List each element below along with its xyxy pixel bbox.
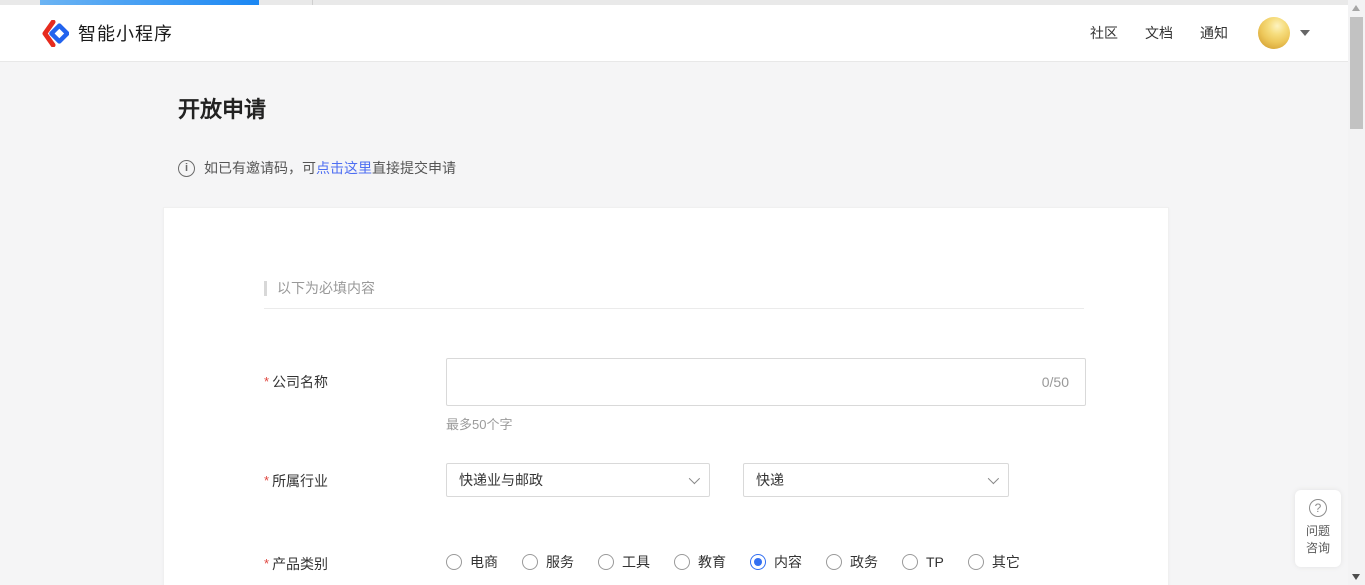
char-counter: 0/50: [1042, 374, 1085, 390]
help-line-2: 咨询: [1306, 540, 1330, 557]
industry-label-text: 所属行业: [272, 473, 328, 489]
radio-icon: [522, 554, 538, 570]
header-right: 社区 文档 通知: [1063, 17, 1310, 49]
browser-top-strip: [0, 0, 1365, 5]
radio-option-content[interactable]: 内容: [750, 552, 802, 572]
required-marker: *: [264, 556, 269, 571]
brand-logo-icon: [42, 20, 69, 47]
nav-item-notifications[interactable]: 通知: [1200, 23, 1228, 43]
application-form-card: 以下为必填内容 *公司名称 0/50 最多50个字 *所属行业 快递业与邮政 快…: [163, 207, 1169, 585]
chevron-down-icon[interactable]: [1300, 30, 1310, 36]
notice-text-prefix: 如已有邀请码，可: [204, 158, 316, 178]
category-radio-group: 电商 服务 工具 教育 内容 政务 TP 其它: [446, 552, 1020, 572]
company-name-input[interactable]: [447, 359, 1042, 405]
help-consult-widget[interactable]: ? 问题 咨询: [1295, 490, 1341, 567]
question-mark-icon: ?: [1309, 499, 1327, 517]
notice-text-suffix: 直接提交申请: [372, 158, 456, 178]
section-title: 以下为必填内容: [277, 278, 375, 298]
radio-icon: [826, 554, 842, 570]
radio-icon: [968, 554, 984, 570]
user-avatar[interactable]: [1258, 17, 1290, 49]
scroll-down-arrow-icon[interactable]: [1352, 574, 1360, 580]
required-marker: *: [264, 374, 269, 389]
radio-label: 其它: [992, 552, 1020, 572]
chevron-down-icon: [988, 473, 999, 484]
radio-label: 政务: [850, 552, 878, 572]
radio-icon: [674, 554, 690, 570]
category-label: *产品类别: [264, 554, 328, 574]
page-title: 开放申请: [178, 92, 266, 124]
radio-option-tools[interactable]: 工具: [598, 552, 650, 572]
app-header: 智能小程序 社区 文档 通知: [0, 5, 1365, 62]
radio-option-ecommerce[interactable]: 电商: [446, 552, 498, 572]
radio-label: 服务: [546, 552, 574, 572]
info-icon: i: [178, 160, 195, 177]
radio-icon: [446, 554, 462, 570]
radio-option-other[interactable]: 其它: [968, 552, 1020, 572]
radio-option-government[interactable]: 政务: [826, 552, 878, 572]
invite-code-notice: i 如已有邀请码，可点击这里直接提交申请: [178, 158, 456, 178]
industry-primary-value: 快递业与邮政: [459, 470, 543, 490]
brand-name: 智能小程序: [78, 20, 173, 46]
section-header: 以下为必填内容: [264, 278, 375, 298]
loading-progress-bar: [40, 0, 259, 5]
scrollbar-thumb[interactable]: [1350, 17, 1363, 129]
radio-icon: [902, 554, 918, 570]
nav-item-docs[interactable]: 文档: [1145, 23, 1173, 43]
company-name-label-text: 公司名称: [272, 374, 328, 390]
section-bar: [264, 281, 267, 296]
scroll-up-arrow-icon[interactable]: [1352, 5, 1360, 11]
required-marker: *: [264, 473, 269, 488]
tab-divider: [312, 0, 313, 5]
industry-primary-select[interactable]: 快递业与邮政: [446, 463, 710, 497]
chevron-down-icon: [689, 473, 700, 484]
radio-option-services[interactable]: 服务: [522, 552, 574, 572]
radio-label: 教育: [698, 552, 726, 572]
nav-item-community[interactable]: 社区: [1090, 23, 1118, 43]
industry-secondary-value: 快递: [756, 470, 784, 490]
category-label-text: 产品类别: [272, 556, 328, 572]
section-divider: [264, 308, 1084, 309]
radio-label: 工具: [622, 552, 650, 572]
brand[interactable]: 智能小程序: [42, 20, 173, 47]
industry-label: *所属行业: [264, 471, 328, 491]
company-name-field: 0/50: [446, 358, 1086, 406]
industry-secondary-select[interactable]: 快递: [743, 463, 1009, 497]
invite-code-link[interactable]: 点击这里: [316, 158, 372, 178]
radio-label: 电商: [470, 552, 498, 572]
radio-option-tp[interactable]: TP: [902, 554, 944, 570]
company-name-helper: 最多50个字: [446, 414, 512, 433]
help-line-1: 问题: [1306, 523, 1330, 540]
radio-icon: [598, 554, 614, 570]
radio-label: TP: [926, 554, 944, 570]
company-name-label: *公司名称: [264, 372, 328, 392]
radio-icon-checked: [750, 554, 766, 570]
vertical-scrollbar[interactable]: [1348, 0, 1365, 585]
radio-label: 内容: [774, 552, 802, 572]
radio-option-education[interactable]: 教育: [674, 552, 726, 572]
